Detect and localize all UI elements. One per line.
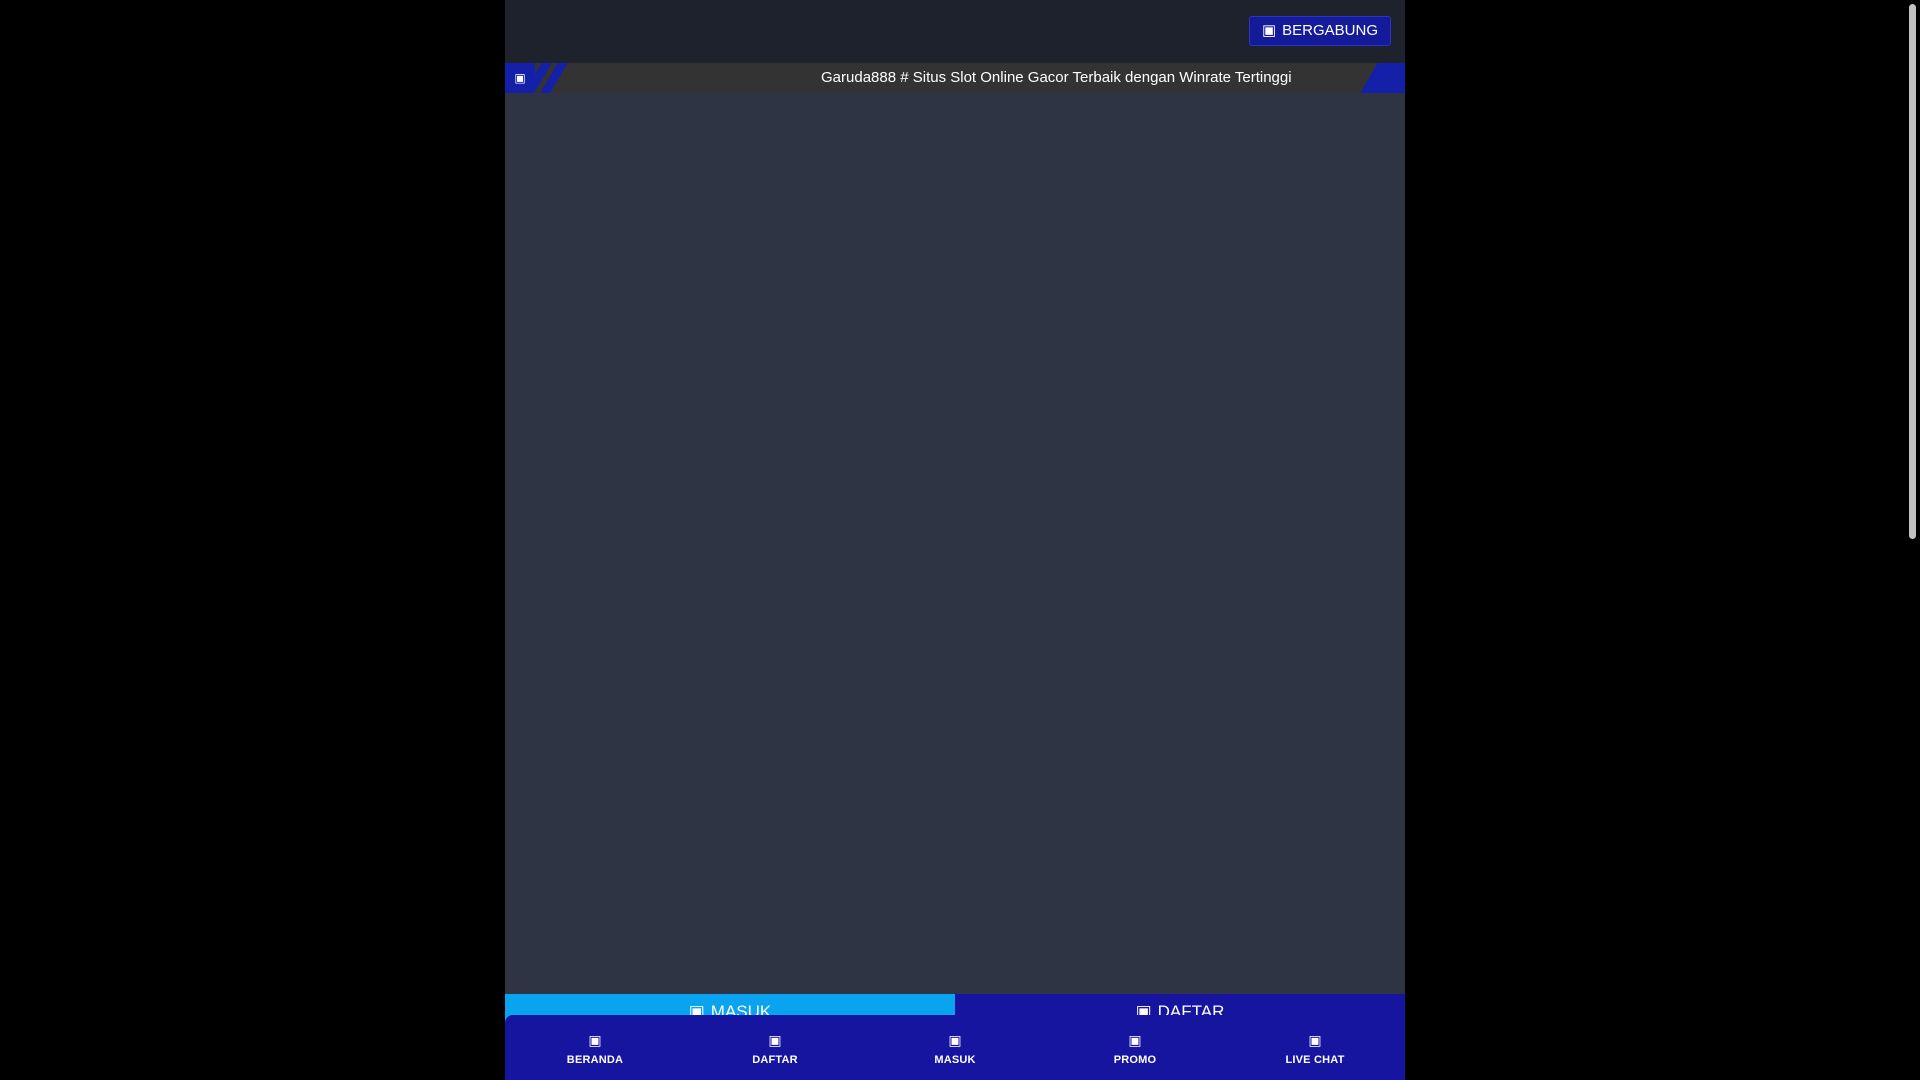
- nav-item-label: PROMO: [1113, 1054, 1157, 1066]
- nav-item-live-chat[interactable]: ▣ LIVE CHAT: [1225, 1015, 1405, 1080]
- sign-in-icon: ▣: [948, 1032, 962, 1048]
- gift-icon: ▣: [1128, 1032, 1142, 1048]
- ticker-tail: [1379, 63, 1405, 93]
- scrollbar-thumb[interactable]: [1909, 4, 1916, 539]
- header: ▣ BERGABUNG: [505, 0, 1405, 63]
- home-icon: ▣: [588, 1032, 602, 1048]
- user-plus-icon: ▣: [1261, 22, 1277, 39]
- chat-icon: ▣: [1308, 1032, 1322, 1048]
- nav-item-masuk[interactable]: ▣ MASUK: [865, 1015, 1045, 1080]
- main-container: ▣ BERGABUNG ▣ Garuda888 # Situs Slot Onl…: [505, 0, 1405, 1080]
- nav-item-label: DAFTAR: [752, 1054, 798, 1066]
- ticker-message: Garuda888 # Situs Slot Online Gacor Terb…: [821, 69, 1292, 86]
- nav-item-label: BERANDA: [566, 1054, 624, 1066]
- announcement-ticker: ▣ Garuda888 # Situs Slot Online Gacor Te…: [505, 63, 1405, 93]
- nav-item-promo[interactable]: ▣ PROMO: [1045, 1015, 1225, 1080]
- page-scrollbar[interactable]: [1906, 0, 1920, 1080]
- nav-item-label: LIVE CHAT: [1285, 1054, 1345, 1066]
- bottom-nav: ▣ BERANDA ▣ DAFTAR ▣ MASUK ▣ PROMO ▣ LIV…: [505, 1015, 1405, 1080]
- join-button-label: BERGABUNG: [1282, 22, 1378, 39]
- nav-item-daftar[interactable]: ▣ DAFTAR: [685, 1015, 865, 1080]
- nav-item-beranda[interactable]: ▣ BERANDA: [505, 1015, 685, 1080]
- nav-item-label: MASUK: [934, 1054, 976, 1066]
- user-plus-icon: ▣: [768, 1032, 782, 1048]
- join-button[interactable]: ▣ BERGABUNG: [1248, 16, 1391, 46]
